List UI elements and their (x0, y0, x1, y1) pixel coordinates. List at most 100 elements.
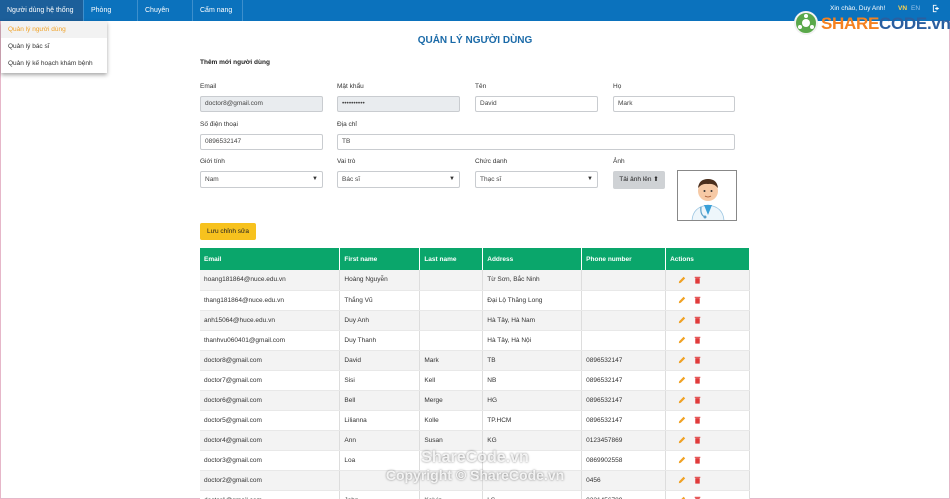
sharecode-logo: SHARECODE.vn (794, 11, 950, 37)
password-field[interactable]: •••••••••• (337, 96, 460, 112)
cell-phone (581, 330, 667, 351)
gender-select[interactable]: Nam ▼ (200, 171, 323, 188)
image-label: Ảnh (613, 158, 625, 165)
col-phone: Phone number (581, 248, 667, 270)
col-email: Email (200, 248, 341, 270)
cell-email: anh15064@huce.edu.vn (200, 310, 341, 331)
address-label: Địa chỉ (337, 121, 357, 128)
table-row: doctor4@gmail.com Ann Susan KG 0123457869 (200, 430, 750, 451)
edit-pencil-icon[interactable] (678, 316, 686, 324)
nav-system-users[interactable]: Người dùng hệ thống (0, 0, 84, 21)
nav-specialty[interactable]: Chuyên khoa (138, 0, 193, 35)
phone-field[interactable]: 0896532147 (200, 134, 323, 150)
edit-pencil-icon[interactable] (678, 396, 686, 404)
delete-trash-icon[interactable] (694, 416, 702, 424)
cell-phone: 0123457869 (581, 430, 667, 451)
cell-first-name: David (339, 350, 421, 371)
table-row: thanhvu060401@gmail.com Duy Thanh Hà Tây, … (200, 330, 750, 351)
cell-actions (665, 490, 750, 499)
col-first-name: First name (339, 248, 421, 270)
cell-actions (665, 430, 750, 451)
cell-phone: 0896532147 (581, 410, 667, 431)
cell-phone: 0896532147 (581, 350, 667, 371)
delete-trash-icon[interactable] (694, 356, 702, 364)
cell-email: doctor6@gmail.com (200, 390, 341, 411)
table-row: doctor6@gmail.com Bell Merge HG 0896532147 (200, 390, 750, 411)
role-value: Bác sĩ (342, 176, 361, 183)
cell-actions (665, 370, 750, 391)
edit-pencil-icon[interactable] (678, 436, 686, 444)
cell-first-name: Lilianna (339, 410, 421, 431)
delete-trash-icon[interactable] (694, 316, 702, 324)
col-actions: Actions (665, 248, 750, 270)
table-header-row: Email First name Last name Address Phone… (200, 248, 750, 270)
cell-first-name: Ann (339, 430, 421, 451)
cell-last-name (419, 270, 484, 291)
delete-trash-icon[interactable] (694, 336, 702, 344)
cell-address: LS (482, 490, 583, 499)
cell-phone: 0896532147 (581, 390, 667, 411)
delete-trash-icon[interactable] (694, 396, 702, 404)
lastname-field[interactable]: Mark (613, 96, 735, 112)
email-field[interactable]: doctor8@gmail.com (200, 96, 323, 112)
dropdown-item-manage-schedule[interactable]: Quản lý kế hoạch khám bệnh (1, 55, 107, 72)
position-select[interactable]: Thạc sĩ ▼ (475, 171, 598, 188)
chevron-down-icon: ▼ (312, 176, 318, 182)
chevron-down-icon: ▼ (449, 176, 455, 182)
cell-address: Hà Tây, Hà Nam (482, 310, 583, 331)
cell-last-name: Kolle (419, 410, 484, 431)
nav-clinic[interactable]: Phòng khám (84, 0, 138, 35)
delete-trash-icon[interactable] (694, 296, 702, 304)
role-select[interactable]: Bác sĩ ▼ (337, 171, 460, 188)
watermark-copyright: Copyright © ShareCode.vn (385, 467, 565, 483)
cell-address: Hà Tây, Hà Nội (482, 330, 583, 351)
table-row: doctor5@gmail.com Lilianna Kolle TP.HCM 0896… (200, 410, 750, 431)
chevron-down-icon: ▼ (587, 176, 593, 182)
table-row: thang181864@nuce.edu.vn Thắng Vũ Đại Lộ Th… (200, 290, 750, 311)
address-field[interactable]: TB (337, 134, 735, 150)
cell-email: thanhvu060401@gmail.com (200, 330, 341, 351)
cell-actions (665, 290, 750, 311)
cell-actions (665, 390, 750, 411)
col-address: Address (482, 248, 583, 270)
delete-trash-icon[interactable] (694, 436, 702, 444)
cell-address: KG (482, 430, 583, 451)
delete-trash-icon[interactable] (694, 376, 702, 384)
gender-label: Giới tính (200, 158, 225, 165)
edit-pencil-icon[interactable] (678, 416, 686, 424)
cell-first-name: Bell (339, 390, 421, 411)
watermark-text: ShareCode.vn (421, 449, 529, 466)
gender-value: Nam (205, 176, 219, 183)
cell-actions (665, 410, 750, 431)
cell-last-name: Susan (419, 430, 484, 451)
cell-last-name: Mark (419, 350, 484, 371)
edit-pencil-icon[interactable] (678, 336, 686, 344)
cell-email: doctor7@gmail.com (200, 370, 341, 391)
cell-email: doctor1@gmail.com (200, 490, 341, 499)
table-row: hoang181864@nuce.edu.vn Hoàng Nguyễn Từ Sơ… (200, 270, 750, 291)
edit-pencil-icon[interactable] (678, 296, 686, 304)
cell-first-name: Thắng Vũ (339, 290, 421, 311)
delete-trash-icon[interactable] (694, 276, 702, 284)
cell-last-name: Merge (419, 390, 484, 411)
edit-pencil-icon[interactable] (678, 356, 686, 364)
password-label: Mật khẩu (337, 83, 364, 90)
cell-actions (665, 350, 750, 371)
upload-image-button[interactable]: Tải ảnh lên ⬆ (613, 171, 665, 189)
save-changes-button[interactable]: Lưu chỉnh sửa (200, 223, 256, 240)
firstname-field[interactable]: David (475, 96, 598, 112)
cell-address: TB (482, 350, 583, 371)
position-label: Chức danh (475, 158, 508, 165)
nav-handbook[interactable]: Cẩm nang (193, 0, 243, 21)
cell-first-name: John (339, 490, 421, 499)
cell-address: NB (482, 370, 583, 391)
col-last-name: Last name (419, 248, 484, 270)
edit-pencil-icon[interactable] (678, 376, 686, 384)
cell-address: HG (482, 390, 583, 411)
edit-pencil-icon[interactable] (678, 276, 686, 284)
phone-label: Số điện thoại (200, 121, 238, 128)
cell-actions (665, 330, 750, 351)
cell-email: doctor5@gmail.com (200, 410, 341, 431)
avatar-preview (677, 170, 737, 221)
cell-first-name: Duy Anh (339, 310, 421, 331)
